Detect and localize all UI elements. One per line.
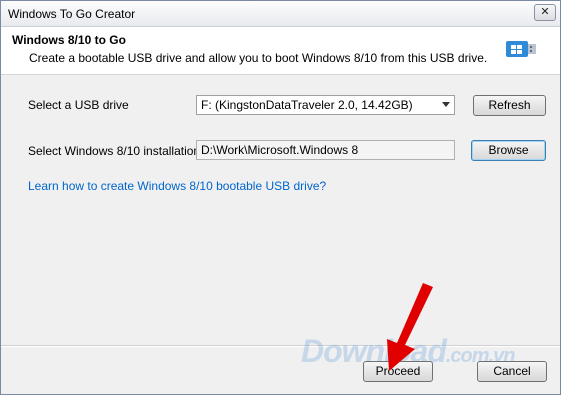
help-link[interactable]: Learn how to create Windows 8/10 bootabl… [28, 179, 326, 193]
usb-drive-icon [506, 41, 536, 57]
chevron-down-icon[interactable] [442, 102, 450, 107]
cancel-button[interactable]: Cancel [477, 361, 547, 382]
header-title: Windows 8/10 to Go [12, 33, 126, 47]
refresh-button[interactable]: Refresh [473, 95, 546, 116]
close-icon: ✕ [540, 6, 550, 18]
header-panel: Windows 8/10 to Go Create a bootable USB… [1, 27, 560, 75]
app-window: Windows To Go Creator ✕ Windows 8/10 to … [0, 0, 561, 395]
annotation-arrow-icon [387, 283, 433, 371]
installation-label: Select Windows 8/10 installation [28, 144, 201, 158]
installation-path-value: D:\Work\Microsoft.Windows 8 [201, 143, 359, 157]
usb-drive-value: F: (KingstonDataTraveler 2.0, 14.42GB) [201, 98, 413, 112]
usb-drive-label: Select a USB drive [28, 98, 129, 112]
title-bar[interactable]: Windows To Go Creator ✕ [1, 1, 560, 27]
window-title: Windows To Go Creator [8, 7, 136, 21]
installation-path-field[interactable]: D:\Work\Microsoft.Windows 8 [196, 140, 455, 160]
usb-drive-select[interactable]: F: (KingstonDataTraveler 2.0, 14.42GB) [196, 95, 455, 115]
browse-button[interactable]: Browse [471, 140, 546, 161]
header-subtitle: Create a bootable USB drive and allow yo… [29, 51, 488, 65]
close-button[interactable]: ✕ [534, 4, 556, 21]
